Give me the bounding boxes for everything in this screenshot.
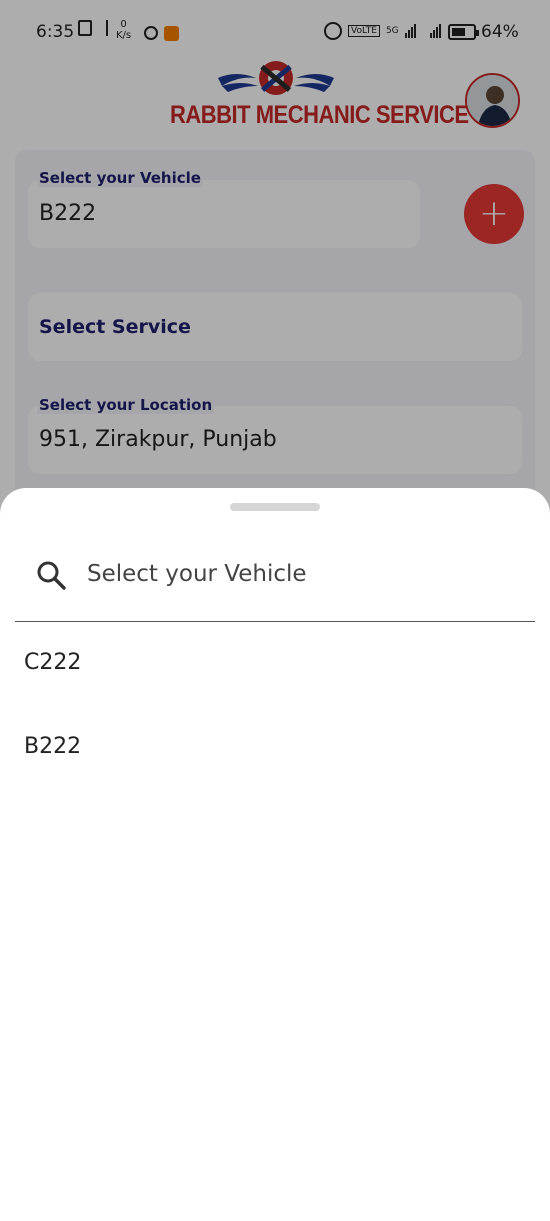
- vehicle-list: C222 B222: [0, 620, 550, 788]
- vehicle-search-row: [15, 532, 535, 622]
- search-icon: [37, 561, 66, 590]
- vehicle-list-item[interactable]: B222: [0, 704, 550, 788]
- vehicle-list-item[interactable]: C222: [0, 620, 550, 704]
- vehicle-search-input[interactable]: [87, 556, 517, 592]
- vehicle-list-item-label: B222: [24, 733, 82, 759]
- vehicle-list-item-label: C222: [24, 649, 82, 675]
- vehicle-bottom-sheet: C222 B222: [0, 488, 550, 1221]
- sheet-drag-handle[interactable]: [230, 503, 320, 511]
